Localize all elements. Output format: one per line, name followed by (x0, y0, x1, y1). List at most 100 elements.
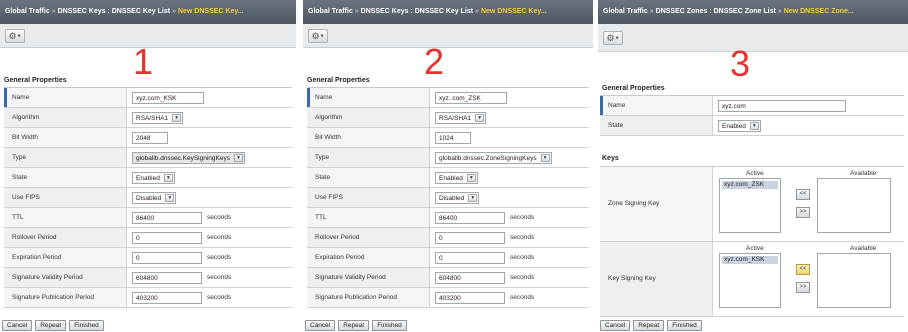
chevron-down-icon: ▼ (163, 174, 173, 182)
available-keys-list[interactable] (817, 253, 891, 308)
field-row-state: State Enabled ▼ (600, 116, 904, 136)
breadcrumb-list[interactable]: DNSSEC Keys : DNSSEC Key List (361, 8, 473, 15)
list-item[interactable]: xyz.com_ZSK (722, 181, 778, 189)
field-row-algorithm: Algorithm RSA/SHA1 ▼ (4, 108, 292, 128)
field-label: Rollover Period (12, 234, 57, 241)
finished-button[interactable]: Finished (69, 320, 104, 331)
bit-width-input[interactable]: 2048 (132, 132, 168, 144)
unit-label: seconds (510, 254, 535, 261)
field-label: Key Signing Key (608, 275, 656, 282)
field-row-expiration-period: Expiration Period 0 seconds (307, 248, 589, 268)
breadcrumb-root[interactable]: Global Traffic (603, 8, 648, 15)
breadcrumb-list[interactable]: DNSSEC Zones : DNSSEC Zone List (656, 8, 776, 15)
state-select[interactable]: Enabled ▼ (132, 172, 175, 184)
gear-menu-button[interactable]: ⚙▼ (5, 29, 25, 43)
field-label: Algorithm (315, 114, 343, 121)
signature-publication-period-input[interactable]: 403200 (435, 292, 505, 304)
ttl-input[interactable]: 86400 (435, 212, 505, 224)
rollover-period-input[interactable]: 0 (435, 232, 505, 244)
signature-validity-period-input[interactable]: 604800 (435, 272, 505, 284)
field-row-ttl: TTL 86400 seconds (4, 208, 292, 228)
cancel-button[interactable]: Cancel (2, 320, 33, 331)
signature-validity-period-input[interactable]: 604800 (132, 272, 202, 284)
select-value: Enabled (439, 175, 463, 182)
breadcrumb-root[interactable]: Global Traffic (308, 8, 353, 15)
rollover-period-input[interactable]: 0 (132, 232, 202, 244)
move-left-button[interactable]: << (796, 264, 810, 275)
field-label: TTL (12, 214, 24, 221)
move-right-button[interactable]: >> (796, 207, 810, 218)
field-row-type: Type globallb.dnssec.KeySigningKeys ▼ (4, 148, 292, 168)
type-select[interactable]: globallb.dnssec.ZoneSigningKeys ▼ (435, 152, 552, 164)
breadcrumb: Global Traffic» DNSSEC Zones : DNSSEC Zon… (598, 0, 908, 24)
field-label: State (315, 174, 331, 181)
name-input[interactable]: xyz.com_KSK (132, 92, 204, 104)
state-select[interactable]: Enabled ▼ (718, 120, 761, 132)
field-row-signature-publication-period: Signature Publication Period 403200 second… (4, 288, 292, 308)
name-input[interactable]: xyz.com (718, 100, 846, 112)
field-row-use-fips: Use FIPS Disabled ▼ (307, 188, 589, 208)
chevron-down-icon: ▼ (466, 174, 476, 182)
finished-button[interactable]: Finished (372, 320, 407, 331)
use-fips-select[interactable]: Disabled ▼ (132, 192, 177, 204)
cancel-button[interactable]: Cancel (305, 320, 336, 331)
form-buttons: Cancel Repeat Finished (2, 320, 104, 332)
active-header: Active (746, 170, 764, 177)
keys-title: Keys (602, 155, 619, 162)
select-value: RSA/SHA1 (136, 115, 169, 122)
active-keys-list[interactable]: xyz.com_ZSK (719, 178, 781, 233)
gear-menu-button[interactable]: ⚙▼ (308, 29, 328, 43)
select-value: globallb.dnssec.KeySigningKeys (136, 155, 230, 162)
gear-menu-button[interactable]: ⚙▼ (603, 31, 623, 45)
signature-publication-period-input[interactable]: 403200 (132, 292, 202, 304)
bit-width-input[interactable]: 1024 (435, 132, 471, 144)
move-right-button[interactable]: >> (796, 282, 810, 293)
gear-icon: ⚙ (311, 31, 320, 41)
field-row-use-fips: Use FIPS Disabled ▼ (4, 188, 292, 208)
field-label: Signature Validity Period (315, 274, 386, 281)
chevron-down-icon: ▼ (233, 154, 243, 162)
expiration-period-input[interactable]: 0 (435, 252, 505, 264)
field-label: Type (12, 154, 27, 161)
toolbar: ⚙▼ (303, 24, 593, 48)
unit-label: seconds (510, 294, 535, 301)
use-fips-select[interactable]: Disabled ▼ (435, 192, 480, 204)
field-label: Bit Width (12, 134, 39, 141)
unit-label: seconds (207, 254, 232, 261)
panel-new-zone: Global Traffic» DNSSEC Zones : DNSSEC Zon… (598, 0, 908, 332)
active-keys-list[interactable]: xyz.com_KSK (719, 253, 781, 308)
select-value: RSA/SHA1 (439, 115, 472, 122)
general-properties-form: Name xyz. com_ZSK Algorithm RSA/SHA1 ▼ Bit … (307, 87, 589, 308)
toolbar: ⚙▼ (598, 24, 908, 52)
repeat-button[interactable]: Repeat (35, 320, 67, 331)
field-label: Name (12, 94, 30, 101)
cancel-button[interactable]: Cancel (600, 320, 631, 331)
field-label: State (608, 122, 624, 129)
repeat-button[interactable]: Repeat (338, 320, 370, 331)
type-select[interactable]: globallb.dnssec.KeySigningKeys ▼ (132, 152, 245, 164)
finished-button[interactable]: Finished (667, 320, 702, 331)
available-keys-list[interactable] (817, 178, 891, 233)
algorithm-select[interactable]: RSA/SHA1 ▼ (132, 112, 184, 124)
chevron-down-icon: ▼ (540, 154, 550, 162)
name-input[interactable]: xyz. com_ZSK (435, 92, 507, 104)
step-number: 3 (730, 43, 751, 84)
algorithm-select[interactable]: RSA/SHA1 ▼ (435, 112, 487, 124)
chevron-down-icon: ▼ (614, 35, 620, 42)
general-properties-form: Name xyz.com_KSK Algorithm RSA/SHA1 ▼ Bit W… (4, 87, 292, 308)
repeat-button[interactable]: Repeat (633, 320, 665, 331)
list-item[interactable]: xyz.com_KSK (722, 256, 778, 264)
move-left-button[interactable]: << (796, 189, 810, 200)
field-row-signature-publication-period: Signature Publication Period 403200 second… (307, 288, 589, 308)
breadcrumb-current: New DNSSEC Zone... (783, 8, 854, 15)
state-select[interactable]: Enabled ▼ (435, 172, 478, 184)
chevron-down-icon: ▼ (468, 194, 478, 202)
field-row-name: Name xyz. com_ZSK (307, 88, 589, 108)
expiration-period-input[interactable]: 0 (132, 252, 202, 264)
breadcrumb-current: New DNSSEC Key... (177, 8, 244, 15)
breadcrumb-list[interactable]: DNSSEC Keys : DNSSEC Key List (58, 8, 170, 15)
breadcrumb-root[interactable]: Global Traffic (5, 8, 50, 15)
ttl-input[interactable]: 86400 (132, 212, 202, 224)
zone-signing-key-row: Zone Signing Key Active Available xyz.co… (600, 167, 904, 242)
available-header: Available (850, 245, 877, 252)
